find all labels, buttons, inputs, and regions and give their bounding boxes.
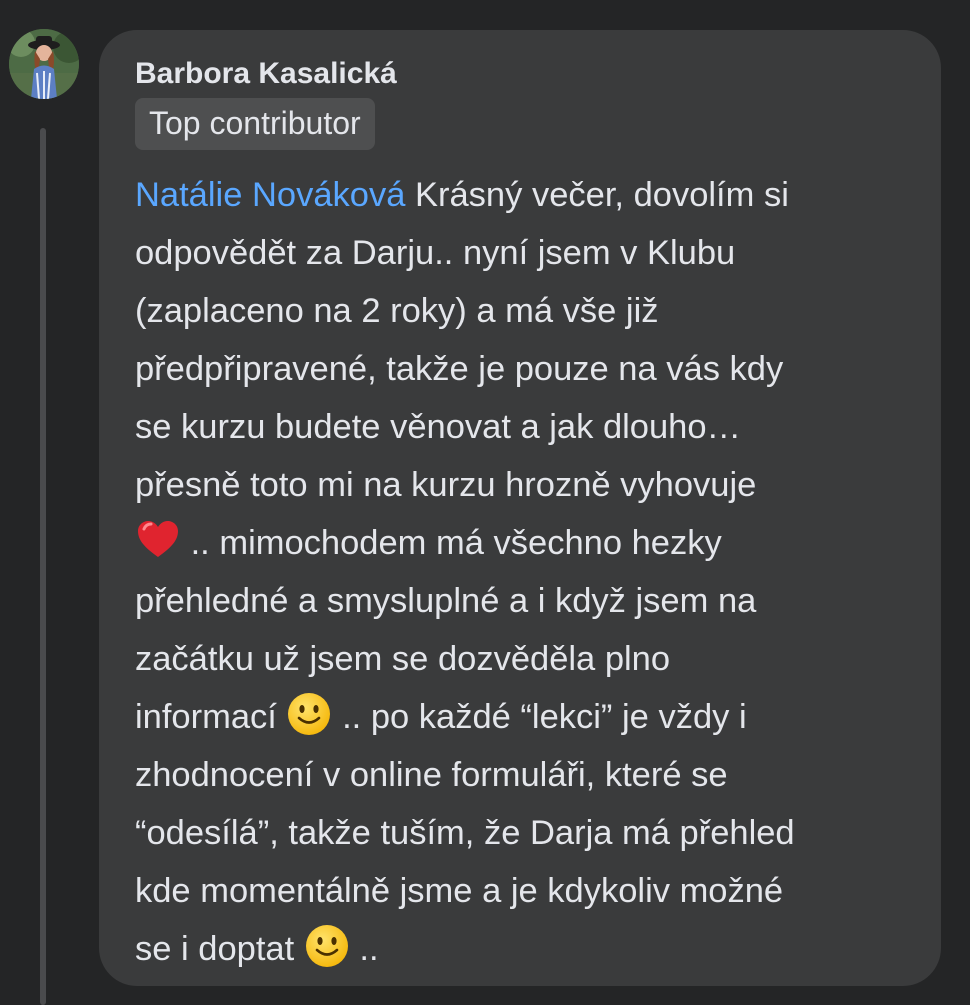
comment-thread: Barbora Kasalická Top contributor Natáli… — [0, 0, 970, 1005]
comment-line: odpovědět za Darju.. nyní jsem v Klubu — [135, 234, 736, 272]
mention-link[interactable]: Natálie Nováková — [135, 176, 405, 214]
comment-line: přesně toto mi na kurzu hrozně vyhovuje — [135, 466, 757, 504]
comment-text: Natálie Nováková Krásný večer, dovolím s… — [135, 166, 915, 978]
comment-line: (zaplaceno na 2 roky) a má vše již — [135, 292, 659, 330]
comment-line: se i doptat .. — [135, 920, 915, 978]
comment-line: předpřipravené, takže je pouze na vás kd… — [135, 350, 784, 388]
slightly-smiling-face-icon — [286, 691, 332, 737]
comment-line: kde momentálně jsme a je kdykoliv možné — [135, 872, 784, 910]
slightly-smiling-face-icon — [304, 923, 350, 969]
comment-line: informací .. po každé “lekci” je vždy i — [135, 688, 915, 746]
comment-line: přehledné a smysluplné a i když jsem na — [135, 582, 757, 620]
comment-bubble: Barbora Kasalická Top contributor Natáli… — [99, 30, 941, 986]
avatar-image — [9, 29, 79, 99]
comment-line: Natálie Nováková Krásný večer, dovolím s… — [135, 176, 789, 214]
avatar[interactable] — [9, 29, 79, 99]
comment-line: se kurzu budete věnovat a jak dlouho… — [135, 408, 742, 446]
author-name[interactable]: Barbora Kasalická — [135, 56, 905, 92]
comment-line: začátku už jsem se dozvěděla plno — [135, 640, 671, 678]
comment-line: “odesílá”, takže tuším, že Darja má přeh… — [135, 814, 795, 852]
thread-connector-line — [40, 128, 46, 1005]
comment-line: .. mimochodem má všechno hezky — [135, 514, 915, 572]
comment-line: zhodnocení v online formuláři, které se — [135, 756, 728, 794]
top-contributor-badge[interactable]: Top contributor — [135, 98, 375, 150]
red-heart-icon — [135, 517, 181, 563]
